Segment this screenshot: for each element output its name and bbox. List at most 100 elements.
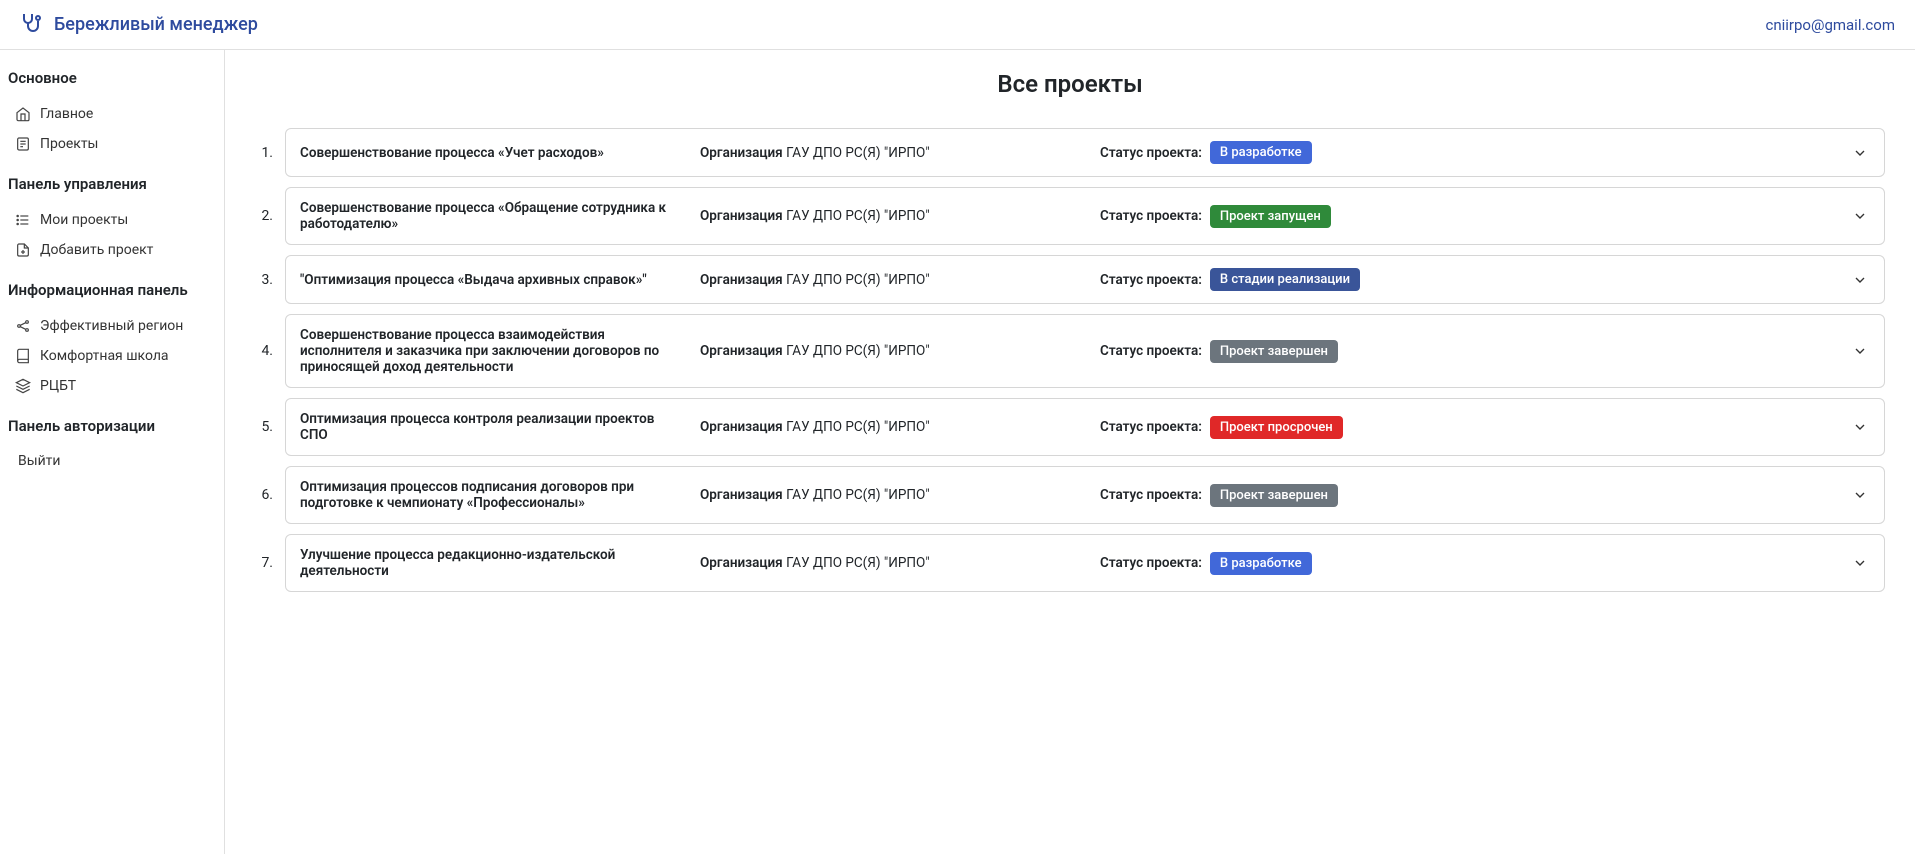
chevron-down-icon[interactable] [1850, 145, 1870, 161]
org-label: Организация [700, 208, 786, 224]
book-icon [14, 347, 32, 365]
org-value: ГАУ ДПО РС(Я) "ИРПО" [786, 272, 930, 288]
sidebar-item-rcbt[interactable]: РЦБТ [8, 371, 216, 401]
org-value: ГАУ ДПО РС(Я) "ИРПО" [786, 487, 930, 503]
project-row[interactable]: Совершенствование процесса «Учет расходо… [285, 128, 1885, 177]
sidebar-section-main: Основное [8, 65, 216, 91]
project-row[interactable]: Совершенствование процесса «Обращение со… [285, 187, 1885, 245]
project-org: Организация ГАУ ДПО РС(Я) "ИРПО" [700, 555, 1100, 571]
row-number: 6. [255, 487, 273, 503]
status-badge: Проект завершен [1210, 340, 1338, 363]
project-status: Статус проекта:Проект завершен [1100, 484, 1850, 507]
project-status: Статус проекта: В разработке [1100, 552, 1850, 575]
sidebar-item-label: Добавить проект [40, 242, 153, 258]
chevron-down-icon[interactable] [1850, 208, 1870, 224]
chevron-down-icon[interactable] [1850, 487, 1870, 503]
sidebar-item-region[interactable]: Эффективный регион [8, 311, 216, 341]
status-label: Статус проекта: [1100, 419, 1202, 435]
page-title: Все проекты [255, 70, 1885, 98]
status-badge: В разработке [1210, 141, 1312, 164]
header: Бережливый менеджер cniirpo@gmail.com [0, 0, 1915, 50]
status-badge: Проект запущен [1210, 205, 1331, 228]
file-plus-icon [14, 241, 32, 259]
status-label: Статус проекта: [1100, 487, 1202, 503]
org-label: Организация [700, 343, 786, 359]
sidebar-item-projects[interactable]: Проекты [8, 129, 216, 159]
row-number: 4. [255, 343, 273, 359]
project-row-wrapper: 3. "Оптимизация процесса «Выдача архивных… [255, 255, 1885, 304]
project-row[interactable]: "Оптимизация процесса «Выдача архивных с… [285, 255, 1885, 304]
project-row-wrapper: 6. Оптимизация процессов подписания догов… [255, 466, 1885, 524]
project-org: Организация ГАУ ДПО РС(Я) "ИРПО" [700, 343, 1100, 359]
project-name: Совершенствование процесса «Обращение со… [300, 200, 700, 232]
status-badge: В стадии реализации [1210, 268, 1360, 291]
status-label: Статус проекта: [1100, 272, 1202, 288]
stethoscope-icon [20, 10, 44, 39]
sidebar-item-home[interactable]: Главное [8, 99, 216, 129]
project-name: Совершенствование процесса взаимодействи… [300, 327, 700, 375]
sidebar-section-auth: Панель авторизации [8, 413, 216, 439]
project-status: Статус проекта: Проект просрочен [1100, 416, 1850, 439]
sidebar-item-label: Выйти [18, 453, 61, 469]
project-row-wrapper: 2. Совершенствование процесса «Обращение … [255, 187, 1885, 245]
status-label: Статус проекта: [1100, 208, 1202, 224]
org-value: ГАУ ДПО РС(Я) "ИРПО" [786, 208, 930, 224]
project-name: Улучшение процесса редакционно-издательс… [300, 547, 700, 579]
sidebar-item-label: Главное [40, 106, 93, 122]
org-value: ГАУ ДПО РС(Я) "ИРПО" [786, 555, 930, 571]
sidebar-section-control: Панель управления [8, 171, 216, 197]
project-name: Совершенствование процесса «Учет расходо… [300, 145, 700, 161]
project-row[interactable]: Совершенствование процесса взаимодействи… [285, 314, 1885, 388]
document-icon [14, 135, 32, 153]
org-value: ГАУ ДПО РС(Я) "ИРПО" [786, 343, 930, 359]
row-number: 5. [255, 419, 273, 435]
status-badge: Проект просрочен [1210, 416, 1343, 439]
sidebar-item-label: Эффективный регион [40, 318, 183, 334]
sidebar-section-info: Информационная панель [8, 277, 216, 303]
project-list: 1.Совершенствование процесса «Учет расхо… [255, 128, 1885, 592]
project-status: Статус проекта: В стадии реализации [1100, 268, 1850, 291]
status-badge: В разработке [1210, 552, 1312, 575]
sidebar-item-my-projects[interactable]: Мои проекты [8, 205, 216, 235]
project-row-wrapper: 4. Совершенствование процесса взаимодейст… [255, 314, 1885, 388]
sidebar-item-label: Мои проекты [40, 212, 128, 228]
row-number: 3. [255, 272, 273, 288]
project-name: "Оптимизация процесса «Выдача архивных с… [300, 272, 700, 288]
chevron-down-icon[interactable] [1850, 272, 1870, 288]
status-label: Статус проекта: [1100, 145, 1202, 161]
user-email-link[interactable]: cniirpo@gmail.com [1765, 16, 1895, 34]
project-status: Статус проекта: Проект запущен [1100, 205, 1850, 228]
project-name: Оптимизация процессов подписания договор… [300, 479, 700, 511]
row-number: 7. [255, 555, 273, 571]
home-icon [14, 105, 32, 123]
row-number: 2. [255, 208, 273, 224]
chevron-down-icon[interactable] [1850, 555, 1870, 571]
sidebar-item-label: РЦБТ [40, 378, 76, 394]
sidebar-item-logout[interactable]: Выйти [8, 447, 216, 475]
brand-link[interactable]: Бережливый менеджер [20, 10, 258, 39]
sidebar: Основное Главное Проекты Панель управлен… [0, 50, 225, 854]
project-org: Организация ГАУ ДПО РС(Я) "ИРПО" [700, 272, 1100, 288]
sidebar-item-add-project[interactable]: Добавить проект [8, 235, 216, 265]
status-label: Статус проекта: [1100, 555, 1202, 571]
main-content: Все проекты 1.Совершенствование процесса… [225, 50, 1915, 854]
status-label: Статус проекта: [1100, 343, 1202, 359]
org-value: ГАУ ДПО РС(Я) "ИРПО" [786, 419, 930, 435]
org-label: Организация [700, 419, 786, 435]
project-row-wrapper: 5. Оптимизация процесса контроля реализац… [255, 398, 1885, 456]
chevron-down-icon[interactable] [1850, 343, 1870, 359]
project-status: Статус проекта: Проект завершен [1100, 340, 1850, 363]
project-row[interactable]: Оптимизация процессов подписания договор… [285, 466, 1885, 524]
sidebar-item-label: Проекты [40, 136, 98, 152]
project-name: Оптимизация процесса контроля реализации… [300, 411, 700, 443]
sidebar-item-school[interactable]: Комфортная школа [8, 341, 216, 371]
project-row[interactable]: Улучшение процесса редакционно-издательс… [285, 534, 1885, 592]
project-org: Организация ГАУ ДПО РС(Я) "ИРПО" [700, 419, 1100, 435]
chevron-down-icon[interactable] [1850, 419, 1870, 435]
project-org: Организация ГАУ ДПО РС(Я) "ИРПО" [700, 208, 1100, 224]
project-row[interactable]: Оптимизация процесса контроля реализации… [285, 398, 1885, 456]
org-label: Организация [700, 272, 786, 288]
list-icon [14, 211, 32, 229]
project-row-wrapper: 7. Улучшение процесса редакционно-издател… [255, 534, 1885, 592]
project-org: Организация ГАУ ДПО РС(Я) "ИРПО" [700, 487, 1100, 503]
